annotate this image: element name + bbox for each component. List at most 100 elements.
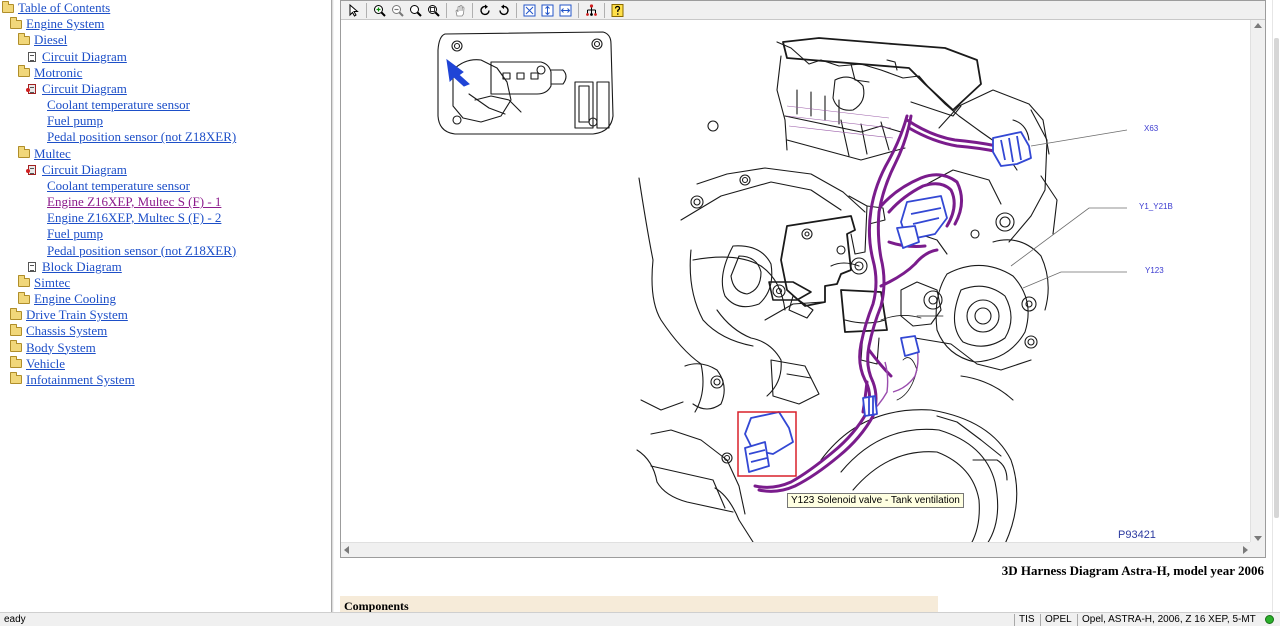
scroll-up-arrow-icon[interactable] — [1254, 23, 1262, 28]
tree-item[interactable]: Multec — [18, 146, 71, 162]
tree-item-label[interactable]: Engine System — [26, 16, 104, 32]
page-scroll-thumb[interactable] — [1274, 38, 1279, 518]
fit-height-icon[interactable] — [541, 4, 554, 17]
tree-item[interactable]: Chassis System — [10, 323, 107, 339]
tree-item-label[interactable]: Circuit Diagram — [42, 49, 127, 65]
folder-icon[interactable] — [10, 372, 22, 385]
pan-hand-icon[interactable] — [453, 4, 466, 17]
tree-item[interactable]: Engine System — [10, 16, 104, 32]
tree-item[interactable]: Drive Train System — [10, 307, 128, 323]
tree-item-label[interactable]: Simtec — [34, 275, 70, 291]
folder-icon[interactable] — [10, 356, 22, 369]
tree-item-label[interactable]: Circuit Diagram — [42, 162, 127, 178]
scroll-down-arrow-icon[interactable] — [1254, 536, 1262, 541]
tree-item[interactable]: Block Diagram — [28, 259, 122, 275]
tree-item[interactable]: Circuit Diagram — [26, 162, 127, 178]
scroll-left-arrow-icon[interactable] — [344, 546, 349, 554]
tree-item-label[interactable]: Coolant temperature sensor — [47, 97, 190, 113]
select-arrow-icon[interactable] — [347, 3, 360, 17]
tree-item-label[interactable]: Motronic — [34, 65, 82, 81]
zoom-in-icon[interactable] — [373, 4, 386, 17]
tree-item[interactable]: Fuel pump — [47, 226, 103, 242]
fit-height-button[interactable] — [539, 2, 556, 19]
tree-item[interactable]: Pedal position sensor (not Z18XER) — [47, 129, 236, 145]
tree-item-label[interactable]: Multec — [34, 146, 71, 162]
diagram-horizontal-scrollbar[interactable] — [341, 542, 1251, 557]
tree-item-label[interactable]: Pedal position sensor (not Z18XER) — [47, 129, 236, 145]
tree-item-label[interactable]: Pedal position sensor (not Z18XER) — [47, 243, 236, 259]
zoom-out-button[interactable] — [389, 2, 406, 19]
help-icon[interactable] — [611, 3, 624, 17]
zoom-icon[interactable] — [409, 4, 422, 17]
folder-icon[interactable] — [10, 323, 22, 336]
folder-icon[interactable] — [18, 275, 30, 288]
callout-x63[interactable]: X63 — [1144, 124, 1158, 133]
rotate-right-icon[interactable] — [479, 4, 492, 17]
tree-item-label[interactable]: Vehicle — [26, 356, 65, 372]
pan-hand-button[interactable] — [451, 2, 468, 19]
zoom-button[interactable] — [407, 2, 424, 19]
tree-item[interactable]: Infotainment System — [10, 372, 135, 388]
harness-drawing[interactable]: X63 Y1_Y21B Y123 P93421 Y123 Solenoid va… — [341, 20, 1251, 544]
zoom-in-button[interactable] — [371, 2, 388, 19]
tree-item[interactable]: Circuit Diagram — [28, 49, 127, 65]
tree-item[interactable]: Fuel pump — [47, 113, 103, 129]
zoom-out-icon[interactable] — [391, 4, 404, 17]
tree-item[interactable]: Diesel — [18, 32, 67, 48]
page-vertical-scrollbar[interactable] — [1272, 0, 1280, 612]
zoom-area-button[interactable] — [425, 2, 442, 19]
fit-width-button[interactable] — [557, 2, 574, 19]
folder-icon[interactable] — [10, 340, 22, 353]
folder-icon[interactable] — [18, 32, 30, 45]
callout-y123[interactable]: Y123 — [1145, 266, 1164, 275]
rotate-right-button[interactable] — [477, 2, 494, 19]
scroll-right-arrow-icon[interactable] — [1243, 546, 1248, 554]
tree-item-label[interactable]: Engine Z16XEP, Multec S (F) - 1 — [47, 194, 221, 210]
tree-item-label[interactable]: Fuel pump — [47, 226, 103, 242]
help-button[interactable] — [609, 2, 626, 19]
network-icon[interactable] — [585, 3, 598, 17]
select-arrow-button[interactable] — [345, 2, 362, 19]
tree-item[interactable]: Circuit Diagram — [26, 81, 127, 97]
tree-item-label[interactable]: Engine Z16XEP, Multec S (F) - 2 — [47, 210, 221, 226]
diagram-vertical-scrollbar[interactable] — [1250, 20, 1265, 544]
fit-window-button[interactable] — [521, 2, 538, 19]
tree-item-label[interactable]: Drive Train System — [26, 307, 128, 323]
tree-item[interactable]: Coolant temperature sensor — [47, 178, 190, 194]
tree-item[interactable]: Engine Z16XEP, Multec S (F) - 2 — [47, 210, 221, 226]
tree-item-label[interactable]: Coolant temperature sensor — [47, 178, 190, 194]
tree-item-label[interactable]: Diesel — [34, 32, 67, 48]
folder-icon[interactable] — [18, 291, 30, 304]
callout-y1-y21b[interactable]: Y1_Y21B — [1139, 202, 1173, 211]
tree-item-label[interactable]: Block Diagram — [42, 259, 122, 275]
folder-icon[interactable] — [10, 16, 22, 29]
tree-item[interactable]: Motronic — [18, 65, 82, 81]
tree-item[interactable]: Engine Cooling — [18, 291, 116, 307]
fit-width-icon[interactable] — [559, 4, 572, 17]
tree-item[interactable]: Table of Contents — [2, 0, 110, 16]
document-red-icon[interactable] — [26, 164, 36, 175]
document-icon[interactable] — [28, 51, 36, 62]
tree-item[interactable]: Body System — [10, 340, 96, 356]
folder-icon[interactable] — [2, 0, 14, 13]
document-icon[interactable] — [28, 261, 36, 272]
fit-window-icon[interactable] — [523, 4, 536, 17]
folder-icon[interactable] — [10, 307, 22, 320]
tree-item-label[interactable]: Engine Cooling — [34, 291, 116, 307]
folder-icon[interactable] — [18, 146, 30, 159]
tree-item[interactable]: Coolant temperature sensor — [47, 97, 190, 113]
folder-icon[interactable] — [18, 65, 30, 78]
rotate-left-button[interactable] — [495, 2, 512, 19]
tree-item[interactable]: Pedal position sensor (not Z18XER) — [47, 243, 236, 259]
tree-item-label[interactable]: Circuit Diagram — [42, 81, 127, 97]
tree-item-label[interactable]: Chassis System — [26, 323, 107, 339]
tree-item[interactable]: Vehicle — [10, 356, 65, 372]
tree-item-label[interactable]: Fuel pump — [47, 113, 103, 129]
network-button[interactable] — [583, 2, 600, 19]
zoom-area-icon[interactable] — [427, 4, 440, 17]
tree-item[interactable]: Simtec — [18, 275, 70, 291]
document-red-icon[interactable] — [26, 83, 36, 94]
tree-item-label[interactable]: Table of Contents — [18, 0, 110, 16]
tree-item-label[interactable]: Infotainment System — [26, 372, 135, 388]
tree-item-label[interactable]: Body System — [26, 340, 96, 356]
